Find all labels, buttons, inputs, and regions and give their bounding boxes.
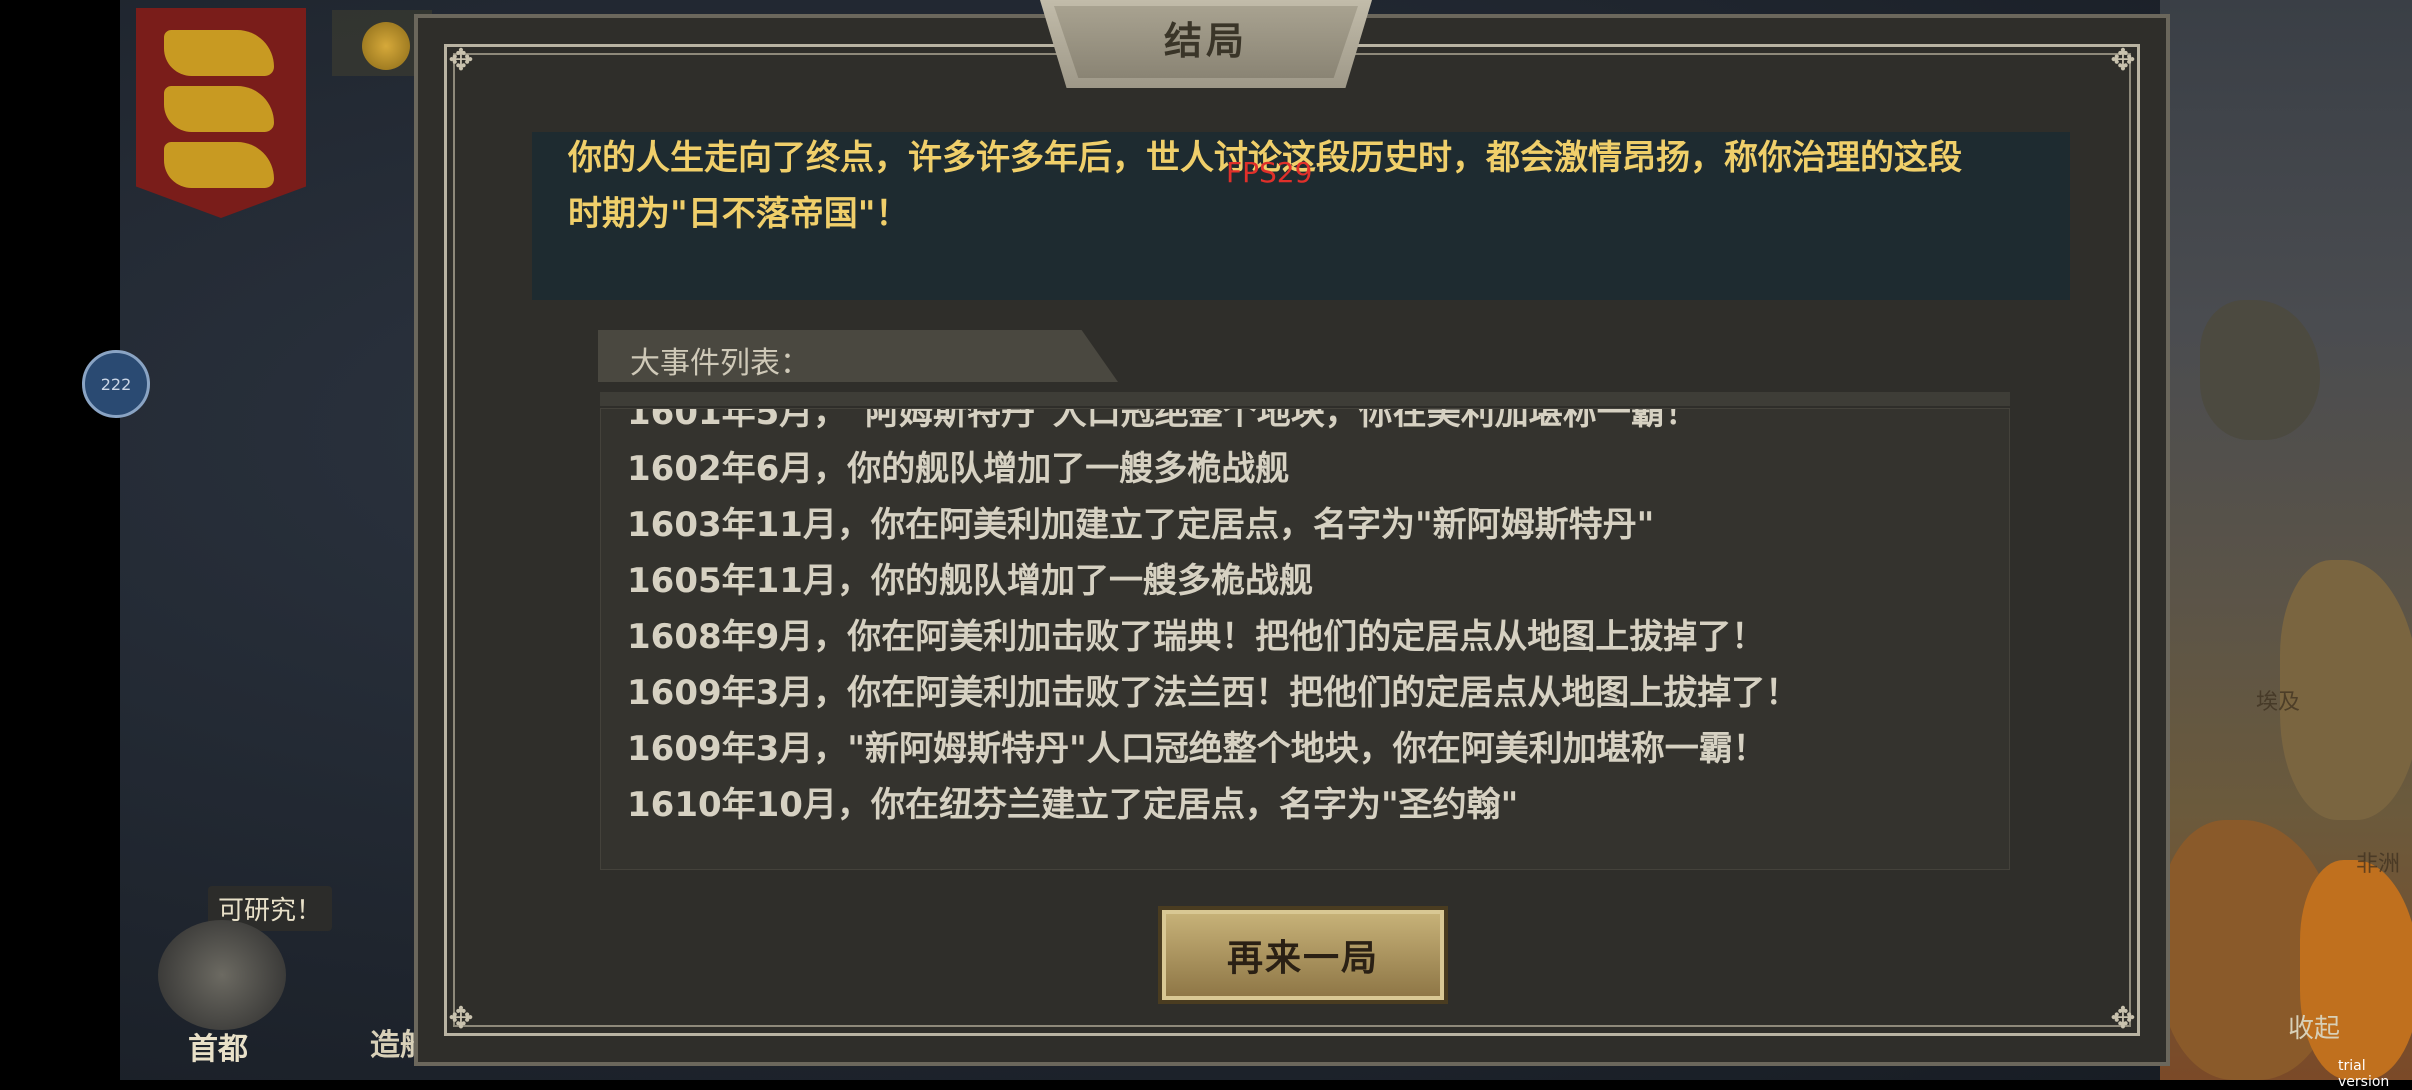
world-map-region[interactable]: 埃及 非洲: [2160, 0, 2412, 1080]
event-row: 1608年9月，你在阿美利加击败了瑞典！把他们的定居点从地图上拔掉了！: [627, 617, 1766, 657]
corner-ornament-icon: ✥: [448, 1001, 474, 1036]
fps-counter: FPS29: [1226, 156, 1313, 189]
capital-label[interactable]: 首都: [188, 1024, 248, 1068]
event-row: 1601年5月，"阿姆斯特丹"人口冠绝整个地块，你在美利加堪称一霸！: [627, 408, 1699, 433]
zoom-badge[interactable]: 222: [82, 350, 150, 418]
event-row: 1603年11月，你在阿美利加建立了定居点，名字为"新阿姆斯特丹": [627, 505, 1655, 545]
events-header-strip: [600, 392, 2010, 406]
corner-ornament-icon: ✥: [2110, 43, 2136, 78]
replay-button[interactable]: 再来一局: [1158, 906, 1448, 1004]
event-row: 1610年10月，你在纽芬兰建立了定居点，名字为"圣约翰": [627, 785, 1519, 825]
dialog-title: 结局: [1163, 19, 1248, 63]
replay-button-label: 再来一局: [1226, 938, 1379, 979]
event-row: 1609年3月，你在阿美利加击败了法兰西！把他们的定居点从地图上拔掉了！: [627, 673, 1800, 713]
gold-coin-icon: [362, 22, 410, 70]
map-label-africa: 非洲: [2356, 852, 2401, 877]
ending-message-line: 时期为"日不落帝国"！: [568, 194, 910, 234]
corner-ornament-icon: ✥: [448, 43, 474, 78]
event-row: 1609年3月，"新阿姆斯特丹"人口冠绝整个地块，你在阿美利加堪称一霸！: [627, 729, 1767, 769]
left-black-bar: [0, 0, 120, 1080]
events-header-label: 大事件列表：: [630, 346, 810, 381]
trial-version-label: trial version: [2338, 1058, 2390, 1090]
england-flag-icon[interactable]: [136, 8, 306, 218]
capital-building-icon[interactable]: [158, 920, 286, 1030]
map-label-egypt: 埃及: [2256, 690, 2301, 715]
events-list[interactable]: 1601年5月，"阿姆斯特丹"人口冠绝整个地块，你在美利加堪称一霸！ 1602年…: [600, 408, 2010, 870]
corner-ornament-icon: ✥: [2110, 1001, 2136, 1036]
event-row: 1602年6月，你的舰队增加了一艘多桅战舰: [627, 449, 1290, 489]
collapse-button[interactable]: 收起: [2288, 1008, 2340, 1045]
event-row: 1605年11月，你的舰队增加了一艘多桅战舰: [627, 561, 1313, 601]
